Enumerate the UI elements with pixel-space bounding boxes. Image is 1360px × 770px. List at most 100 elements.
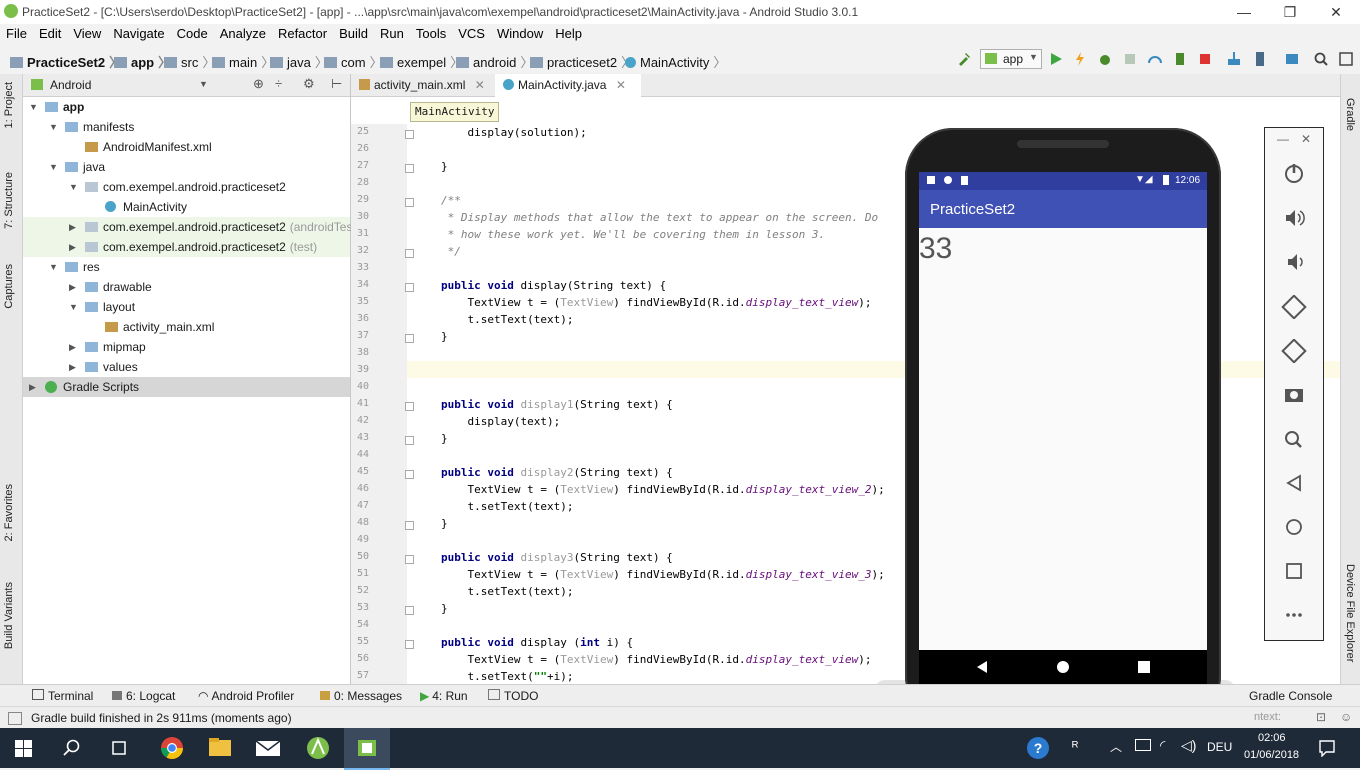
- tab-mainactivity-java[interactable]: MainActivity.java ✕: [495, 74, 641, 98]
- menu-vcs[interactable]: VCS: [452, 24, 491, 44]
- tree-item[interactable]: ▶ Gradle Scripts: [23, 377, 350, 397]
- toggle-tool-windows-icon[interactable]: [8, 712, 22, 725]
- fold-marker-icon[interactable]: [405, 198, 414, 207]
- collapsed-arrow-icon[interactable]: ▶: [69, 357, 76, 377]
- make-project-icon[interactable]: [956, 51, 972, 67]
- menu-tools[interactable]: Tools: [410, 24, 452, 44]
- search-icon[interactable]: [63, 739, 81, 757]
- tree-item[interactable]: ▼ com.exempel.android.practiceset2: [23, 177, 350, 197]
- taskbar-date[interactable]: 01/06/2018: [1244, 749, 1299, 761]
- volume-up-icon[interactable]: [1265, 207, 1323, 229]
- sync-gradle-icon[interactable]: [1226, 51, 1242, 67]
- input-language[interactable]: DEU: [1207, 740, 1232, 754]
- tool-tab-gradle-console[interactable]: Gradle Console: [1249, 689, 1332, 703]
- collapsed-arrow-icon[interactable]: ▶: [69, 217, 76, 237]
- code-line[interactable]: }: [441, 432, 448, 445]
- volume-tray-icon[interactable]: ◁): [1181, 737, 1196, 754]
- tree-item[interactable]: ▶ values: [23, 357, 350, 377]
- expanded-arrow-icon[interactable]: ▼: [49, 157, 58, 177]
- minimize-icon[interactable]: —: [1277, 132, 1289, 146]
- expanded-arrow-icon[interactable]: ▼: [49, 117, 58, 137]
- breadcrumb-app[interactable]: app〉: [114, 52, 171, 71]
- code-line[interactable]: * Display methods that allow the text to…: [441, 211, 878, 224]
- collapse-all-icon[interactable]: ÷: [275, 76, 282, 91]
- code-line[interactable]: t.setText(text);: [441, 585, 573, 598]
- code-line[interactable]: */: [441, 245, 461, 258]
- fold-marker-icon[interactable]: [405, 130, 414, 139]
- tool-tab-device-file-explorer[interactable]: Device File Explorer: [1344, 564, 1356, 662]
- breadcrumb-project[interactable]: PracticeSet2〉: [10, 52, 122, 71]
- battery-tray-icon[interactable]: [1135, 739, 1151, 751]
- run-config-selector[interactable]: app ▼: [980, 49, 1042, 69]
- tool-tab-gradle[interactable]: Gradle: [1344, 98, 1356, 131]
- emulator-taskbar-button[interactable]: [344, 728, 390, 770]
- expanded-arrow-icon[interactable]: ▼: [69, 177, 78, 197]
- tree-item[interactable]: activity_main.xml: [23, 317, 350, 337]
- menu-build[interactable]: Build: [333, 24, 374, 44]
- code-line[interactable]: }: [441, 160, 448, 173]
- chevron-down-icon[interactable]: ▼: [199, 79, 208, 89]
- menu-code[interactable]: Code: [171, 24, 214, 44]
- stop-icon[interactable]: [1197, 51, 1213, 67]
- menu-file[interactable]: File: [0, 24, 33, 44]
- back-icon[interactable]: [1265, 472, 1323, 494]
- code-line[interactable]: t.setText(text);: [441, 500, 573, 513]
- collapsed-arrow-icon[interactable]: ▶: [69, 237, 76, 257]
- tree-item[interactable]: ▼ manifests: [23, 117, 350, 137]
- collapsed-arrow-icon[interactable]: ▶: [69, 277, 76, 297]
- mail-icon[interactable]: [248, 732, 288, 764]
- breadcrumb-com[interactable]: com 〉: [324, 52, 383, 71]
- tree-item[interactable]: AndroidManifest.xml: [23, 137, 350, 157]
- code-line[interactable]: public void display(String text) {: [441, 279, 666, 292]
- sdk-manager-icon[interactable]: [1284, 51, 1300, 67]
- scroll-from-source-icon[interactable]: ⊕: [253, 76, 264, 92]
- emulator-screen[interactable]: ▼◢ 12:06 PracticeSet2 33: [919, 172, 1207, 684]
- run-icon[interactable]: [1048, 51, 1064, 67]
- code-line[interactable]: t.setText(""+i);: [441, 670, 573, 683]
- tree-item[interactable]: ▶ com.exempel.android.practiceset2 (test): [23, 237, 350, 257]
- menu-analyze[interactable]: Analyze: [214, 24, 272, 44]
- tree-item[interactable]: ▼ res: [23, 257, 350, 277]
- fold-marker-icon[interactable]: [405, 402, 414, 411]
- menu-run[interactable]: Run: [374, 24, 410, 44]
- fold-marker-icon[interactable]: [405, 283, 414, 292]
- breadcrumb-practiceset2[interactable]: practiceset2〉: [530, 52, 634, 71]
- project-view-selector[interactable]: Android: [50, 78, 91, 92]
- avd-manager-icon[interactable]: [1252, 51, 1268, 67]
- code-line[interactable]: TextView t = (TextView) findViewById(R.i…: [441, 653, 871, 666]
- code-line[interactable]: display(solution);: [441, 126, 586, 139]
- code-line[interactable]: }: [441, 517, 448, 530]
- fold-marker-icon[interactable]: [405, 470, 414, 479]
- rotate-right-icon[interactable]: [1265, 339, 1323, 363]
- code-line[interactable]: TextView t = (TextView) findViewById(R.i…: [441, 296, 871, 309]
- breadcrumb-java[interactable]: java 〉: [270, 52, 328, 71]
- tool-tab-favorites[interactable]: 2: Favorites: [3, 484, 15, 541]
- nav-overview-icon[interactable]: [1137, 660, 1151, 674]
- code-line[interactable]: /**: [441, 194, 461, 207]
- fold-marker-icon[interactable]: [405, 555, 414, 564]
- gear-icon[interactable]: ⚙: [303, 76, 315, 92]
- code-line[interactable]: t.setText(text);: [441, 313, 573, 326]
- code-line[interactable]: public void display2(String text) {: [441, 466, 673, 479]
- breadcrumb-src[interactable]: src 〉: [164, 52, 215, 71]
- tool-tab-structure[interactable]: 7: Structure: [3, 172, 15, 229]
- zoom-icon[interactable]: [1265, 428, 1323, 450]
- close-button[interactable]: ✕: [1314, 2, 1358, 22]
- fold-marker-icon[interactable]: [405, 436, 414, 445]
- breadcrumb-mainactivity[interactable]: MainActivity 〉: [625, 52, 726, 71]
- tool-tab-project[interactable]: 1: Project: [3, 82, 15, 128]
- menu-edit[interactable]: Edit: [33, 24, 67, 44]
- hide-panel-icon[interactable]: ⊢: [331, 76, 342, 92]
- chevron-up-icon[interactable]: ︿: [1110, 738, 1122, 755]
- collapsed-arrow-icon[interactable]: ▶: [69, 337, 76, 357]
- profile-icon[interactable]: [1147, 51, 1163, 67]
- android-studio-taskbar-icon[interactable]: [298, 732, 338, 764]
- code-line[interactable]: public void display (int i) {: [441, 636, 633, 649]
- home-icon[interactable]: [1265, 516, 1323, 538]
- apply-changes-icon[interactable]: [1072, 51, 1088, 67]
- tab-activity-main-xml[interactable]: activity_main.xml ✕: [351, 74, 497, 96]
- tool-tab-terminal[interactable]: Terminal: [32, 689, 93, 703]
- breadcrumb-exempel[interactable]: exempel〉: [380, 52, 463, 71]
- tool-tab-messages[interactable]: 0: Messages: [320, 689, 402, 703]
- attach-debugger-icon[interactable]: [1172, 51, 1188, 67]
